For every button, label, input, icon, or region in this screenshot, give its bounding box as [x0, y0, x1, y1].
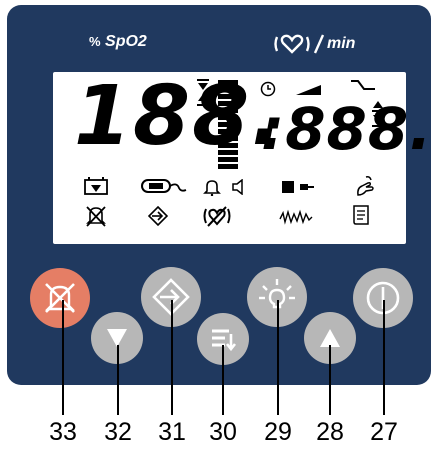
spo2-limit-arrows-icon — [197, 79, 209, 106]
pulse-alarm-off-icon — [203, 206, 231, 227]
callout-line-27 — [383, 300, 385, 415]
waveform-icon — [279, 209, 313, 225]
percent-label: % — [89, 34, 101, 49]
enter-icon — [148, 206, 168, 226]
callout-number-30: 30 — [209, 418, 237, 446]
spo2-value: 188. — [74, 69, 285, 164]
pulse-unit-label: min — [327, 35, 356, 52]
printer-icon — [353, 205, 369, 225]
callout-number-29: 29 — [264, 418, 292, 446]
callout-number-28: 28 — [316, 418, 344, 446]
callout-line-28 — [329, 345, 331, 415]
callout-number-33: 33 — [49, 418, 77, 446]
hand-probe-icon — [357, 176, 374, 196]
callout-number-27: 27 — [370, 418, 398, 446]
callout-line-30 — [222, 345, 224, 415]
spo2-label: SpO2 — [105, 33, 147, 50]
slash-icon — [313, 34, 325, 54]
alarm-mute-icon — [45, 283, 75, 313]
callout-line-32 — [117, 345, 119, 415]
connector-icon — [282, 181, 314, 193]
sensor-clip-icon — [141, 179, 187, 193]
battery-charge-icon — [84, 177, 108, 195]
trend-icon — [351, 80, 375, 90]
spo2-header: % SpO2 — [89, 33, 147, 51]
callout-line-29 — [277, 300, 279, 415]
alarm-mute-button[interactable] — [30, 268, 90, 328]
speaker-icon — [232, 179, 243, 195]
pulse-header: min — [273, 33, 355, 55]
bell-icon — [203, 180, 221, 196]
callout-number-32: 32 — [104, 418, 132, 446]
callout-line-33 — [62, 300, 64, 415]
device-panel: % SpO2 min 188.:888. — [7, 5, 431, 385]
heart-icon — [274, 34, 310, 54]
pulse-bargraph — [218, 80, 238, 171]
lcd-display: 188. :888. — [53, 69, 431, 244]
alarm-off-icon — [86, 206, 106, 227]
callout-line-31 — [171, 300, 173, 415]
pulse-value: :888. — [261, 95, 433, 163]
callout-number-31: 31 — [158, 418, 186, 446]
